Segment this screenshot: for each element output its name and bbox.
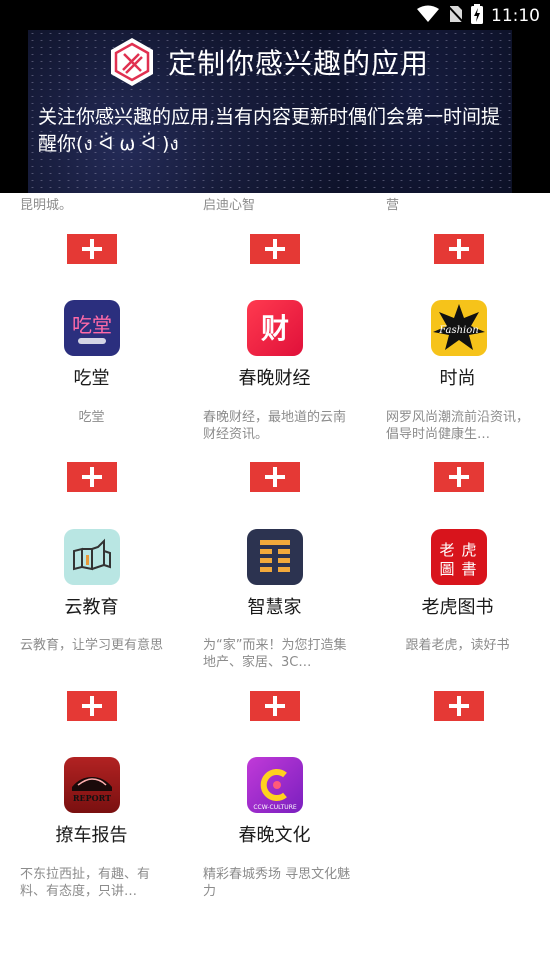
app-logo-icon [108, 36, 156, 88]
app-description: 不东拉西扯，有趣、有料、有态度，只讲… [20, 867, 151, 899]
culture-logo-icon[interactable]: CCW-CULTURE [247, 757, 303, 813]
svg-text:書: 書 [461, 560, 476, 578]
car-logo-icon[interactable]: REPORT [64, 757, 120, 813]
fashion-logo-icon[interactable]: Fashion [431, 300, 487, 356]
add-button[interactable] [250, 234, 300, 264]
status-time: 11:10 [491, 6, 540, 26]
app-description: 网罗风尚潮流前沿资讯，倡导时尚健康生… [386, 410, 530, 442]
cai-logo-icon[interactable]: 财 [247, 300, 303, 356]
app-description: 云教育，让学习更有意思 [20, 638, 164, 653]
add-button[interactable] [67, 691, 117, 721]
prev-desc-3: 营 [386, 198, 400, 213]
svg-text:虎: 虎 [461, 541, 476, 559]
book-logo-icon[interactable] [64, 529, 120, 585]
app-description: 春晚财经，最地道的云南财经资讯。 [203, 410, 347, 442]
prev-desc-1: 昆明城。 [20, 198, 73, 213]
prev-desc-2: 启迪心智 [203, 198, 256, 213]
app-description: 吃堂 [78, 410, 105, 425]
svg-text:财: 财 [261, 312, 289, 345]
add-button[interactable] [67, 462, 117, 492]
svg-text:圖: 圖 [439, 560, 454, 578]
app-name: 时尚 [439, 368, 476, 389]
header-description: 关注你感兴趣的应用,当有内容更新时偶们会第一时间提醒你(ง ᐛ ω ᐛ )ง [38, 106, 501, 155]
app-description: 精彩春城秀场 寻思文化魅力 [203, 867, 351, 899]
app-name: 撩车报告 [55, 825, 128, 846]
battery-charging-icon [471, 4, 483, 28]
add-button[interactable] [250, 691, 300, 721]
add-button[interactable] [434, 691, 484, 721]
svg-text:老: 老 [439, 541, 454, 559]
svg-text:吃堂: 吃堂 [72, 313, 112, 337]
status-bar: 11:10 [0, 0, 550, 30]
zhihuijia-logo-icon[interactable] [247, 529, 303, 585]
laohu-logo-icon[interactable]: 老 虎 圖 書 [431, 529, 487, 585]
svg-text:CCW-CULTURE: CCW-CULTURE [253, 804, 297, 811]
add-button[interactable] [250, 462, 300, 492]
app-description: 跟着老虎，读好书 [405, 638, 510, 653]
add-button[interactable] [67, 234, 117, 264]
svg-text:Fashion: Fashion [438, 325, 478, 336]
header-title: 定制你感兴趣的应用 [168, 47, 430, 80]
app-name: 春晚财经 [238, 368, 311, 389]
no-sim-icon [447, 5, 464, 27]
wifi-icon [417, 5, 439, 27]
add-button[interactable] [434, 462, 484, 492]
app-name: 老虎图书 [421, 597, 494, 618]
chitang-logo-icon[interactable]: 吃堂 [64, 300, 120, 356]
app-name: 智慧家 [247, 597, 302, 618]
app-description: 为“家”而来！为您打造集地产、家居、3C… [203, 638, 347, 670]
svg-text:REPORT: REPORT [73, 793, 111, 803]
add-button[interactable] [434, 234, 484, 264]
app-name: 吃堂 [73, 368, 110, 389]
app-name: 春晚文化 [238, 825, 311, 846]
app-name: 云教育 [64, 597, 119, 618]
